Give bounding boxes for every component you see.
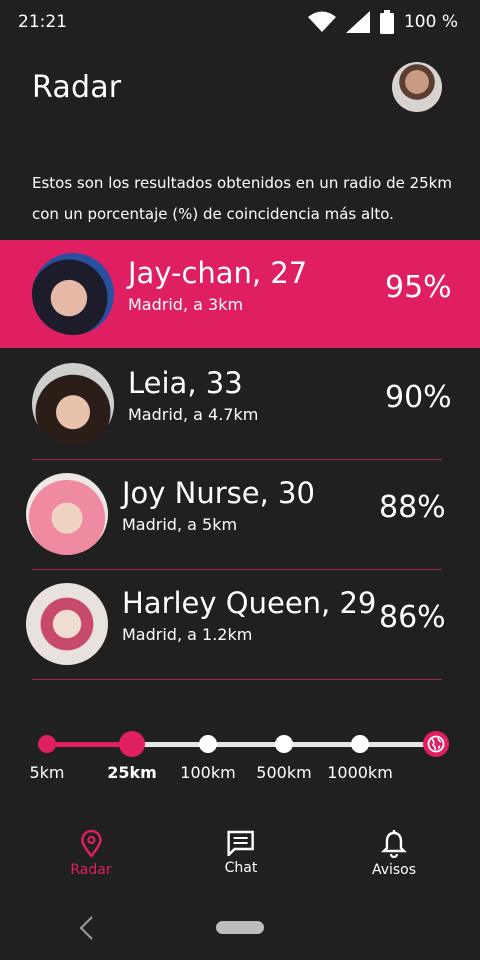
home-button[interactable] [216,921,264,934]
back-icon[interactable] [78,915,94,941]
slider-stop-5km[interactable] [38,735,56,753]
slider-thumb[interactable] [119,731,145,757]
bell-icon [381,830,407,858]
match-percentage: 86% [379,600,446,635]
slider-label: 500km [256,763,312,782]
status-bar: 21:21 100 % [0,0,480,44]
nav-item-chat[interactable]: Chat [224,830,258,876]
profile-photo [26,583,108,665]
results-description: Estos son los resultados obtenidos en un… [32,174,452,223]
result-row[interactable]: Jay-chan, 27 Madrid, a 3km 95% [0,240,480,348]
nav-label: Avisos [371,862,417,878]
nav-item-avisos[interactable]: Avisos [372,830,416,878]
result-name: Joy Nurse, 30 [122,476,315,510]
nav-item-radar[interactable]: Radar [70,830,112,878]
result-row[interactable]: Harley Queen, 29 Madrid, a 1.2km 86% [0,570,480,678]
result-row[interactable]: Leia, 33 Madrid, a 4.7km 90% [0,350,480,458]
radius-slider[interactable]: 5km 25km 100km 500km 1000km [0,720,480,790]
slider-label: 1000km [327,763,393,782]
result-location: Madrid, a 3km [128,295,244,314]
result-name: Leia, 33 [128,366,243,400]
location-pin-icon [80,830,102,858]
profile-photo [32,253,114,335]
status-icons: 100 % [307,10,458,34]
slider-label-selected: 25km [107,763,157,782]
slider-stop-500km[interactable] [275,735,293,753]
user-avatar[interactable] [392,62,442,112]
slider-stop-100km[interactable] [199,735,217,753]
page-title: Radar [32,70,122,105]
match-percentage: 95% [385,270,452,305]
wifi-icon [307,11,336,32]
battery-level: 100 % [403,12,458,32]
system-nav-bar [0,900,480,960]
nav-label: Radar [70,862,112,878]
slider-label: 5km [29,763,65,782]
match-percentage: 88% [379,490,446,525]
result-name: Harley Queen, 29 [122,586,377,620]
slider-stop-1000km[interactable] [351,735,369,753]
signal-icon [345,11,370,33]
result-location: Madrid, a 5km [122,515,238,534]
result-location: Madrid, a 1.2km [122,625,253,644]
status-time: 21:21 [18,12,67,32]
globe-icon[interactable] [423,731,449,757]
bottom-nav: Radar Chat Avisos [0,820,480,890]
divider [32,679,442,680]
slider-label: 100km [180,763,236,782]
match-percentage: 90% [385,380,452,415]
battery-icon [379,10,394,34]
result-name: Jay-chan, 27 [128,256,308,290]
result-row[interactable]: Joy Nurse, 30 Madrid, a 5km 88% [0,460,480,568]
nav-label: Chat [224,860,258,876]
profile-photo [26,473,108,555]
chat-icon [227,830,255,856]
result-location: Madrid, a 4.7km [128,405,259,424]
profile-photo [32,363,114,445]
